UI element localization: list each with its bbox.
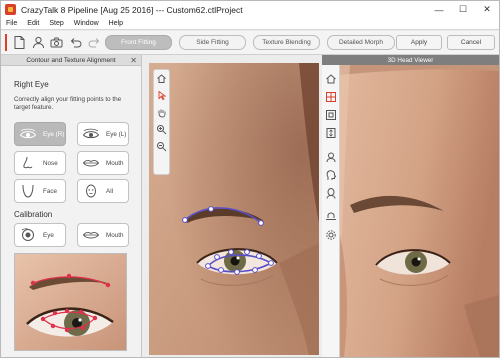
section-title: Right Eye [14,80,49,89]
pan-hand-icon[interactable] [154,104,169,121]
zoom-out-icon[interactable] [154,138,169,155]
fitting-viewport[interactable] [149,63,319,355]
calibration-label: Mouth [106,231,124,239]
menu-file[interactable]: File [1,20,22,27]
menu-window[interactable]: Window [69,20,104,27]
head-back-icon[interactable] [325,187,337,199]
feature-label: Eye (R) [43,130,65,138]
feature-eye-l-button[interactable]: Eye (L) [77,122,129,146]
cancel-button[interactable]: Cancel [447,35,495,50]
target-preview-image [14,253,127,351]
3d-head-viewer[interactable] [340,65,499,357]
feature-label: Face [43,187,57,195]
title-bar: CrazyTalk 8 Pipeline [Aug 25 2016] --- C… [1,1,499,18]
select-arrow-icon[interactable] [154,87,169,104]
tab-front-fitting[interactable]: Front Fitting [105,35,172,50]
feature-label: All [106,187,113,195]
maximize-button[interactable]: ☐ [451,1,475,18]
home-icon[interactable] [325,73,337,85]
feature-all-button[interactable]: All [77,179,129,203]
panel-header: Contour and Texture Alignment ✕ [1,55,141,66]
new-file-icon[interactable] [12,35,27,50]
user-icon[interactable] [31,35,46,50]
head-front-icon[interactable] [325,151,337,163]
face-outline-icon [22,184,34,198]
feature-label: Eye (L) [106,130,127,138]
eye-icon [19,128,37,139]
viewer-title: 3D Head Viewer [387,56,434,64]
panel-title: Contour and Texture Alignment [26,56,116,64]
app-logo-icon [5,4,16,15]
feature-eye-r-button[interactable]: Eye (R) [14,122,66,146]
feature-nose-button[interactable]: Nose [14,151,66,175]
minimize-button[interactable]: — [427,1,451,18]
tab-detailed-morph[interactable]: Detailed Morph [327,35,395,50]
menu-bar: File Edit Step Window Help [1,18,499,30]
viewer-header: 3D Head Viewer [322,55,499,65]
toolbar-accent [5,34,7,51]
feature-face-button[interactable]: Face [14,179,66,203]
menu-edit[interactable]: Edit [22,20,44,27]
window-title: CrazyTalk 8 Pipeline [Aug 25 2016] --- C… [21,4,243,15]
calibration-eye-button[interactable]: Eye [14,223,66,247]
apply-button[interactable]: Apply [396,35,442,50]
app-window: CrazyTalk 8 Pipeline [Aug 25 2016] --- C… [0,0,500,358]
head-icon [86,184,96,198]
calibration-label: Eye [43,231,54,239]
camera-icon[interactable] [49,35,64,50]
feature-label: Nose [43,159,58,167]
hint-text: Correctly align your fitting points to t… [14,96,122,111]
window-controls: — ☐ ✕ [427,1,499,18]
alignment-panel: Contour and Texture Alignment ✕ Right Ey… [1,55,142,357]
close-button[interactable]: ✕ [475,1,499,18]
head-side-icon[interactable] [325,169,337,181]
zoom-in-icon[interactable] [154,121,169,138]
panel-close-button[interactable]: ✕ [130,56,137,65]
gear-icon[interactable] [325,229,337,241]
fit-icon[interactable] [325,127,337,139]
frame-icon[interactable] [325,109,337,121]
viewport-toolbar [153,69,170,175]
menu-step[interactable]: Step [44,20,68,27]
calibration-title: Calibration [14,210,53,219]
tab-side-fitting[interactable]: Side Fitting [179,35,246,50]
redo-icon[interactable] [87,35,102,50]
hat-icon[interactable] [325,211,337,223]
feature-mouth-button[interactable]: Mouth [77,151,129,175]
tab-texture-blending[interactable]: Texture Blending [253,35,320,50]
viewer-toolbar [322,65,340,357]
mouth-icon [82,232,100,239]
toolbar: Front Fitting Side Fitting Texture Blend… [1,31,499,55]
grid-icon[interactable] [325,91,337,103]
undo-icon[interactable] [68,35,83,50]
mouth-icon [82,160,100,167]
home-icon[interactable] [154,70,169,87]
calibration-mouth-button[interactable]: Mouth [77,223,129,247]
menu-help[interactable]: Help [104,20,128,27]
eye-icon [82,128,100,139]
eye-calibration-icon [21,228,34,241]
nose-icon [23,156,33,169]
feature-label: Mouth [106,159,124,167]
